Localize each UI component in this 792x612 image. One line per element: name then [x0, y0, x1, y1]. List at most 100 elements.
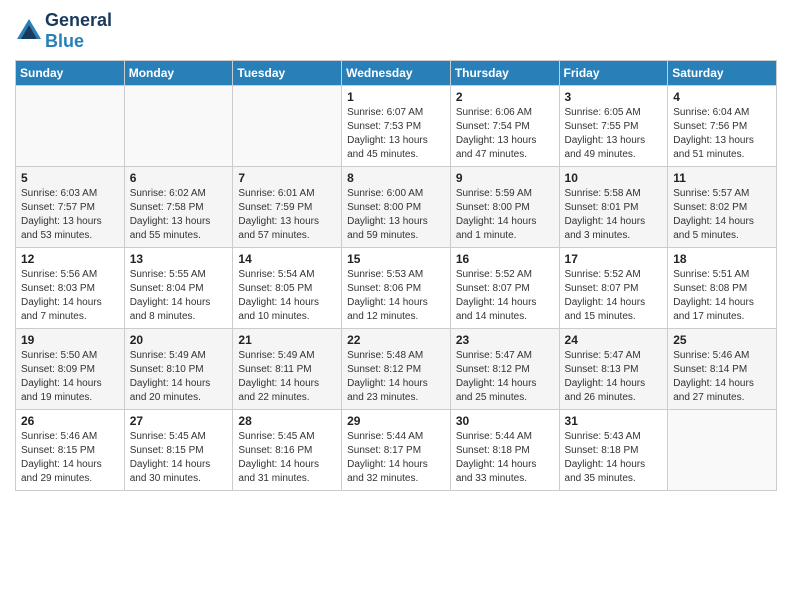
- week-row-3: 12 Sunrise: 5:56 AMSunset: 8:03 PMDaylig…: [16, 248, 777, 329]
- calendar-cell: 30 Sunrise: 5:44 AMSunset: 8:18 PMDaylig…: [450, 410, 559, 491]
- logo-icon: [15, 17, 43, 45]
- calendar-cell: 9 Sunrise: 5:59 AMSunset: 8:00 PMDayligh…: [450, 167, 559, 248]
- day-number: 5: [21, 171, 119, 185]
- cell-info: Sunrise: 6:05 AMSunset: 7:55 PMDaylight:…: [565, 106, 663, 162]
- day-number: 24: [565, 333, 663, 347]
- day-number: 30: [456, 414, 554, 428]
- calendar-cell: 13 Sunrise: 5:55 AMSunset: 8:04 PMDaylig…: [124, 248, 233, 329]
- week-row-1: 1 Sunrise: 6:07 AMSunset: 7:53 PMDayligh…: [16, 86, 777, 167]
- cell-info: Sunrise: 6:06 AMSunset: 7:54 PMDaylight:…: [456, 106, 554, 162]
- calendar-cell: 18 Sunrise: 5:51 AMSunset: 8:08 PMDaylig…: [668, 248, 777, 329]
- cell-info: Sunrise: 5:54 AMSunset: 8:05 PMDaylight:…: [238, 268, 336, 324]
- cell-info: Sunrise: 5:46 AMSunset: 8:15 PMDaylight:…: [21, 430, 119, 486]
- cell-info: Sunrise: 5:44 AMSunset: 8:18 PMDaylight:…: [456, 430, 554, 486]
- cell-info: Sunrise: 5:45 AMSunset: 8:16 PMDaylight:…: [238, 430, 336, 486]
- logo: General Blue: [15, 10, 112, 52]
- calendar-cell: [124, 86, 233, 167]
- page-header: General Blue: [15, 10, 777, 52]
- cell-info: Sunrise: 6:00 AMSunset: 8:00 PMDaylight:…: [347, 187, 445, 243]
- day-number: 8: [347, 171, 445, 185]
- calendar-cell: 22 Sunrise: 5:48 AMSunset: 8:12 PMDaylig…: [342, 329, 451, 410]
- calendar-cell: 11 Sunrise: 5:57 AMSunset: 8:02 PMDaylig…: [668, 167, 777, 248]
- calendar-cell: 15 Sunrise: 5:53 AMSunset: 8:06 PMDaylig…: [342, 248, 451, 329]
- day-number: 23: [456, 333, 554, 347]
- cell-info: Sunrise: 5:48 AMSunset: 8:12 PMDaylight:…: [347, 349, 445, 405]
- calendar-table: SundayMondayTuesdayWednesdayThursdayFrid…: [15, 60, 777, 491]
- calendar-cell: 27 Sunrise: 5:45 AMSunset: 8:15 PMDaylig…: [124, 410, 233, 491]
- cell-info: Sunrise: 5:49 AMSunset: 8:11 PMDaylight:…: [238, 349, 336, 405]
- cell-info: Sunrise: 5:47 AMSunset: 8:12 PMDaylight:…: [456, 349, 554, 405]
- day-number: 19: [21, 333, 119, 347]
- cell-info: Sunrise: 6:01 AMSunset: 7:59 PMDaylight:…: [238, 187, 336, 243]
- calendar-cell: [668, 410, 777, 491]
- weekday-tuesday: Tuesday: [233, 61, 342, 86]
- cell-info: Sunrise: 5:57 AMSunset: 8:02 PMDaylight:…: [673, 187, 771, 243]
- day-number: 12: [21, 252, 119, 266]
- day-number: 25: [673, 333, 771, 347]
- calendar-cell: 21 Sunrise: 5:49 AMSunset: 8:11 PMDaylig…: [233, 329, 342, 410]
- cell-info: Sunrise: 6:07 AMSunset: 7:53 PMDaylight:…: [347, 106, 445, 162]
- cell-info: Sunrise: 5:43 AMSunset: 8:18 PMDaylight:…: [565, 430, 663, 486]
- day-number: 13: [130, 252, 228, 266]
- day-number: 16: [456, 252, 554, 266]
- weekday-sunday: Sunday: [16, 61, 125, 86]
- cell-info: Sunrise: 5:49 AMSunset: 8:10 PMDaylight:…: [130, 349, 228, 405]
- week-row-2: 5 Sunrise: 6:03 AMSunset: 7:57 PMDayligh…: [16, 167, 777, 248]
- weekday-saturday: Saturday: [668, 61, 777, 86]
- calendar-cell: 28 Sunrise: 5:45 AMSunset: 8:16 PMDaylig…: [233, 410, 342, 491]
- day-number: 4: [673, 90, 771, 104]
- day-number: 17: [565, 252, 663, 266]
- cell-info: Sunrise: 5:58 AMSunset: 8:01 PMDaylight:…: [565, 187, 663, 243]
- cell-info: Sunrise: 5:52 AMSunset: 8:07 PMDaylight:…: [565, 268, 663, 324]
- calendar-cell: 26 Sunrise: 5:46 AMSunset: 8:15 PMDaylig…: [16, 410, 125, 491]
- day-number: 21: [238, 333, 336, 347]
- cell-info: Sunrise: 5:55 AMSunset: 8:04 PMDaylight:…: [130, 268, 228, 324]
- calendar-cell: 31 Sunrise: 5:43 AMSunset: 8:18 PMDaylig…: [559, 410, 668, 491]
- calendar-cell: 2 Sunrise: 6:06 AMSunset: 7:54 PMDayligh…: [450, 86, 559, 167]
- day-number: 27: [130, 414, 228, 428]
- calendar-cell: 16 Sunrise: 5:52 AMSunset: 8:07 PMDaylig…: [450, 248, 559, 329]
- day-number: 1: [347, 90, 445, 104]
- weekday-thursday: Thursday: [450, 61, 559, 86]
- cell-info: Sunrise: 5:56 AMSunset: 8:03 PMDaylight:…: [21, 268, 119, 324]
- day-number: 20: [130, 333, 228, 347]
- cell-info: Sunrise: 6:03 AMSunset: 7:57 PMDaylight:…: [21, 187, 119, 243]
- calendar-cell: [233, 86, 342, 167]
- day-number: 18: [673, 252, 771, 266]
- day-number: 10: [565, 171, 663, 185]
- day-number: 29: [347, 414, 445, 428]
- calendar-cell: 8 Sunrise: 6:00 AMSunset: 8:00 PMDayligh…: [342, 167, 451, 248]
- day-number: 31: [565, 414, 663, 428]
- calendar-cell: 14 Sunrise: 5:54 AMSunset: 8:05 PMDaylig…: [233, 248, 342, 329]
- calendar-cell: 17 Sunrise: 5:52 AMSunset: 8:07 PMDaylig…: [559, 248, 668, 329]
- calendar-cell: 5 Sunrise: 6:03 AMSunset: 7:57 PMDayligh…: [16, 167, 125, 248]
- calendar-cell: 12 Sunrise: 5:56 AMSunset: 8:03 PMDaylig…: [16, 248, 125, 329]
- day-number: 28: [238, 414, 336, 428]
- calendar-cell: 20 Sunrise: 5:49 AMSunset: 8:10 PMDaylig…: [124, 329, 233, 410]
- weekday-wednesday: Wednesday: [342, 61, 451, 86]
- cell-info: Sunrise: 5:46 AMSunset: 8:14 PMDaylight:…: [673, 349, 771, 405]
- cell-info: Sunrise: 5:59 AMSunset: 8:00 PMDaylight:…: [456, 187, 554, 243]
- day-number: 26: [21, 414, 119, 428]
- cell-info: Sunrise: 5:45 AMSunset: 8:15 PMDaylight:…: [130, 430, 228, 486]
- cell-info: Sunrise: 5:51 AMSunset: 8:08 PMDaylight:…: [673, 268, 771, 324]
- weekday-header-row: SundayMondayTuesdayWednesdayThursdayFrid…: [16, 61, 777, 86]
- cell-info: Sunrise: 5:44 AMSunset: 8:17 PMDaylight:…: [347, 430, 445, 486]
- calendar-cell: 29 Sunrise: 5:44 AMSunset: 8:17 PMDaylig…: [342, 410, 451, 491]
- day-number: 7: [238, 171, 336, 185]
- logo-text: General Blue: [45, 10, 112, 52]
- calendar-cell: 6 Sunrise: 6:02 AMSunset: 7:58 PMDayligh…: [124, 167, 233, 248]
- day-number: 11: [673, 171, 771, 185]
- week-row-4: 19 Sunrise: 5:50 AMSunset: 8:09 PMDaylig…: [16, 329, 777, 410]
- weekday-monday: Monday: [124, 61, 233, 86]
- calendar-cell: 1 Sunrise: 6:07 AMSunset: 7:53 PMDayligh…: [342, 86, 451, 167]
- calendar-cell: 3 Sunrise: 6:05 AMSunset: 7:55 PMDayligh…: [559, 86, 668, 167]
- calendar-cell: 7 Sunrise: 6:01 AMSunset: 7:59 PMDayligh…: [233, 167, 342, 248]
- day-number: 9: [456, 171, 554, 185]
- day-number: 3: [565, 90, 663, 104]
- calendar-cell: 25 Sunrise: 5:46 AMSunset: 8:14 PMDaylig…: [668, 329, 777, 410]
- calendar-cell: 24 Sunrise: 5:47 AMSunset: 8:13 PMDaylig…: [559, 329, 668, 410]
- cell-info: Sunrise: 6:04 AMSunset: 7:56 PMDaylight:…: [673, 106, 771, 162]
- calendar-cell: 23 Sunrise: 5:47 AMSunset: 8:12 PMDaylig…: [450, 329, 559, 410]
- cell-info: Sunrise: 6:02 AMSunset: 7:58 PMDaylight:…: [130, 187, 228, 243]
